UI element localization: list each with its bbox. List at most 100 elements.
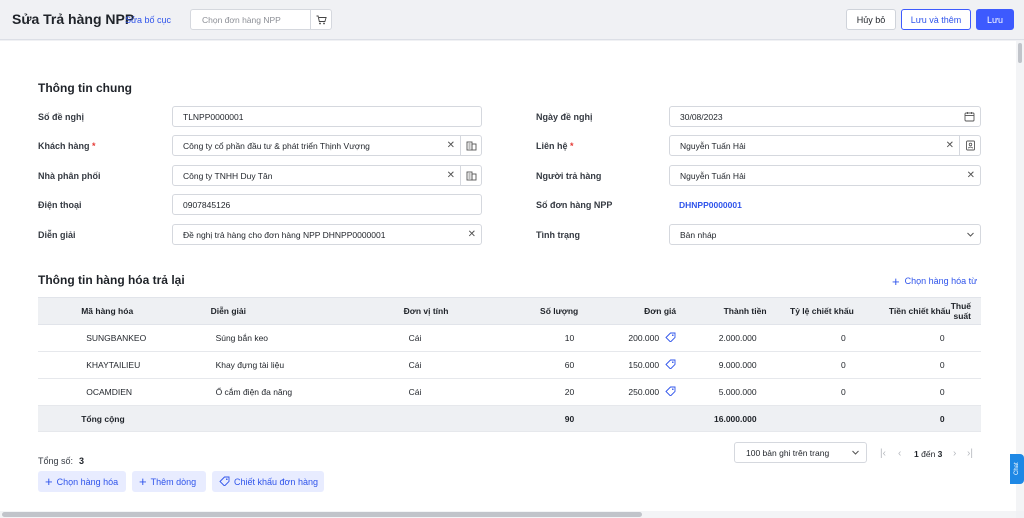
column-header-discount-amount[interactable]: Tiền chiết khấu xyxy=(853,297,951,325)
column-header-unit[interactable]: Đơn vị tính xyxy=(403,297,491,325)
total-discount: 0 xyxy=(853,405,951,432)
contact-field[interactable]: Nguyễn Tuấn Hải ✕ xyxy=(669,135,981,156)
phone-field[interactable]: 0907845126 xyxy=(172,194,482,215)
table-total-row: Tổng cộng 90 16.000.000 0 xyxy=(38,405,981,432)
cell-amount[interactable]: 9.000.000 xyxy=(676,351,767,379)
request-no-label: Số đề nghị xyxy=(38,112,84,122)
cell-amount[interactable]: 2.000.000 xyxy=(676,324,767,352)
column-header-description[interactable]: Diễn giải xyxy=(210,297,404,325)
table-row[interactable]: OCAMDIEN Ổ cắm điện đa năng Cái 20 250.0… xyxy=(38,378,981,406)
distributor-value: Công ty TNHH Duy Tân xyxy=(183,171,273,181)
unit-price-value: 150.000 xyxy=(628,360,660,370)
distributor-label: Nhà phân phối xyxy=(38,171,101,181)
chat-button[interactable]: Chat xyxy=(1010,454,1024,484)
clear-icon[interactable]: ✕ xyxy=(468,229,476,240)
first-page-icon[interactable]: |‹ xyxy=(880,448,886,459)
table-header-row: Mã hàng hóa Diễn giải Đơn vị tính Số lượ… xyxy=(38,297,981,325)
horizontal-scrollbar[interactable] xyxy=(0,511,1016,518)
column-header-unit-price[interactable]: Đơn giá xyxy=(578,297,677,325)
cell-discount-amount[interactable]: 0 xyxy=(853,324,951,352)
cell-tax-rate[interactable] xyxy=(950,324,981,352)
cell-unit[interactable]: Cái xyxy=(403,324,491,352)
column-header-tax-rate[interactable]: Thuế suất xyxy=(950,297,981,325)
cell-description[interactable]: Súng bắn keo xyxy=(210,324,404,352)
order-select-input[interactable]: Chọn đơn hàng NPP xyxy=(190,9,332,30)
save-and-add-button[interactable]: Lưu và thêm xyxy=(901,9,971,30)
edit-layout-link[interactable]: Sửa bố cục xyxy=(125,15,171,25)
cell-amount[interactable]: 5.000.000 xyxy=(676,378,767,406)
cell-unit-price[interactable]: 200.000 xyxy=(578,324,677,352)
tag-icon xyxy=(219,476,230,488)
page-size-select[interactable]: 100 bản ghi trên trang xyxy=(734,442,867,463)
column-header-code[interactable]: Mã hàng hóa xyxy=(81,297,211,325)
order-discount-button[interactable]: Chiết khấu đơn hàng xyxy=(212,471,324,492)
pick-goods-from-link[interactable]: + Chọn hàng hóa từ xyxy=(892,273,977,289)
cell-code[interactable]: SUNGBANKEO xyxy=(81,324,211,352)
save-button[interactable]: Lưu xyxy=(976,9,1014,30)
cell-tax-rate[interactable] xyxy=(950,351,981,379)
cell-description[interactable]: Ổ cắm điện đa năng xyxy=(210,378,404,406)
order-no-link[interactable]: DHNPP0000001 xyxy=(679,200,742,210)
record-count-value: 3 xyxy=(79,456,85,466)
cell-discount-amount[interactable]: 0 xyxy=(853,351,951,379)
cell-discount-rate[interactable]: 0 xyxy=(766,351,854,379)
contact-card-icon[interactable] xyxy=(959,136,980,155)
cell-unit-price[interactable]: 150.000 xyxy=(578,351,677,379)
horizontal-scroll-thumb[interactable] xyxy=(2,512,642,517)
description-value: Đề nghị trả hàng cho đơn hàng NPP DHNPP0… xyxy=(183,230,386,240)
column-header-amount[interactable]: Thành tiền xyxy=(676,297,767,325)
record-count: Tổng số: 3 xyxy=(38,456,85,466)
cell-tax-rate[interactable] xyxy=(950,378,981,406)
clear-icon[interactable]: ✕ xyxy=(967,170,975,181)
directory-icon[interactable] xyxy=(460,166,481,185)
distributor-field[interactable]: Công ty TNHH Duy Tân ✕ xyxy=(172,165,482,186)
vertical-scroll-thumb[interactable] xyxy=(1018,43,1022,63)
directory-icon[interactable] xyxy=(460,136,481,155)
last-page-icon[interactable]: ›| xyxy=(967,448,973,459)
cell-quantity[interactable]: 10 xyxy=(490,324,579,352)
request-date-label: Ngày đề nghị xyxy=(536,112,593,122)
clear-icon[interactable]: ✕ xyxy=(946,140,954,151)
required-mark: * xyxy=(570,141,574,151)
column-header-quantity[interactable]: Số lượng xyxy=(490,297,579,325)
column-header-discount-rate[interactable]: Tỷ lệ chiết khấu xyxy=(766,297,854,325)
cell-discount-amount[interactable]: 0 xyxy=(853,378,951,406)
cell-unit-price[interactable]: 250.000 xyxy=(578,378,677,406)
cart-icon[interactable] xyxy=(310,10,331,29)
calendar-icon[interactable] xyxy=(964,111,975,124)
description-field[interactable]: Đề nghị trả hàng cho đơn hàng NPP DHNPP0… xyxy=(172,224,482,245)
price-tag-icon[interactable] xyxy=(665,359,676,371)
table-row[interactable]: KHAYTAILIEU Khay đựng tài liệu Cái 60 15… xyxy=(38,351,981,379)
clear-icon[interactable]: ✕ xyxy=(447,170,455,181)
add-row-button[interactable]: + Thêm dòng xyxy=(132,471,206,492)
request-no-field[interactable]: TLNPP0000001 xyxy=(172,106,482,127)
cell-description[interactable]: Khay đựng tài liệu xyxy=(210,351,404,379)
plus-icon: + xyxy=(892,273,900,289)
price-tag-icon[interactable] xyxy=(665,386,676,398)
next-page-icon[interactable]: › xyxy=(953,448,956,459)
returner-value: Nguyễn Tuấn Hải xyxy=(680,171,746,181)
returner-field[interactable]: Nguyễn Tuấn Hải ✕ xyxy=(669,165,981,186)
phone-value: 0907845126 xyxy=(183,200,231,210)
request-date-value: 30/08/2023 xyxy=(680,112,723,122)
cell-quantity[interactable]: 60 xyxy=(490,351,579,379)
cancel-button[interactable]: Hủy bỏ xyxy=(846,9,896,30)
cell-discount-rate[interactable]: 0 xyxy=(766,378,854,406)
cell-discount-rate[interactable]: 0 xyxy=(766,324,854,352)
goods-section-title: Thông tin hàng hóa trả lại xyxy=(38,273,185,287)
pick-goods-button[interactable]: + Chọn hàng hóa xyxy=(38,471,126,492)
cell-unit[interactable]: Cái xyxy=(403,378,491,406)
price-tag-icon[interactable] xyxy=(665,332,676,344)
vertical-scrollbar[interactable] xyxy=(1016,41,1024,511)
chevron-down-icon[interactable] xyxy=(966,230,975,241)
cell-unit[interactable]: Cái xyxy=(403,351,491,379)
cell-code[interactable]: OCAMDIEN xyxy=(81,378,211,406)
status-select[interactable]: Bản nháp xyxy=(669,224,981,245)
table-row[interactable]: SUNGBANKEO Súng bắn keo Cái 10 200.000 2… xyxy=(38,324,981,352)
customer-field[interactable]: Công ty cổ phần đầu tư & phát triển Thịn… xyxy=(172,135,482,156)
cell-code[interactable]: KHAYTAILIEU xyxy=(81,351,211,379)
prev-page-icon[interactable]: ‹ xyxy=(898,448,901,459)
clear-icon[interactable]: ✕ xyxy=(447,140,455,151)
request-date-field[interactable]: 30/08/2023 xyxy=(669,106,981,127)
cell-quantity[interactable]: 20 xyxy=(490,378,579,406)
